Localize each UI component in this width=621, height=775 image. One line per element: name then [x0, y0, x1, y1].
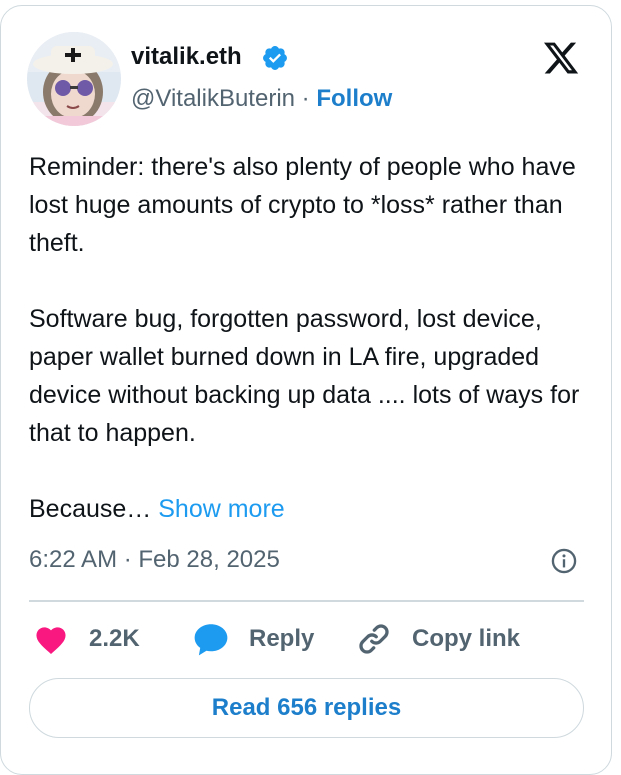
tweet-paragraph-1: Reminder: there's also plenty of people … — [29, 153, 576, 257]
follow-button[interactable]: Follow — [316, 85, 392, 112]
heart-icon — [36, 627, 66, 654]
divider — [29, 600, 584, 602]
handle-row: @VitalikButerin · Follow — [131, 83, 392, 115]
x-logo-icon[interactable] — [541, 39, 581, 77]
reply-bubble-icon — [194, 624, 228, 656]
show-more-link[interactable]: Show more — [158, 495, 284, 523]
handle[interactable]: @VitalikButerin — [131, 85, 295, 112]
tweet-card: vitalik.eth @VitalikButerin · Follow Rem… — [0, 5, 612, 775]
avatar[interactable] — [27, 32, 121, 126]
copy-link-button[interactable]: Copy link — [356, 621, 520, 657]
like-count: 2.2K — [89, 625, 140, 652]
like-button[interactable]: 2.2K — [33, 621, 140, 657]
tweet-paragraph-2: Software bug, forgotten password, lost d… — [29, 305, 580, 447]
info-icon[interactable] — [550, 547, 578, 575]
tweet-text: Reminder: there's also plenty of people … — [29, 148, 589, 528]
read-replies-button[interactable]: Read 656 replies — [29, 678, 584, 738]
separator-dot: · — [301, 85, 310, 112]
reply-label: Reply — [249, 625, 315, 652]
copy-link-label: Copy link — [412, 625, 521, 652]
reply-button[interactable]: Reply — [191, 621, 314, 657]
link-icon — [359, 624, 389, 654]
timestamp[interactable]: 6:22 AM · Feb 28, 2025 — [29, 545, 280, 575]
display-name[interactable]: vitalik.eth — [131, 42, 242, 72]
read-replies-label: Read 656 replies — [211, 694, 402, 721]
verified-badge-icon — [261, 44, 289, 72]
tweet-paragraph-3: Because… Show more — [29, 490, 589, 528]
truncated-text: Because… — [29, 495, 152, 523]
